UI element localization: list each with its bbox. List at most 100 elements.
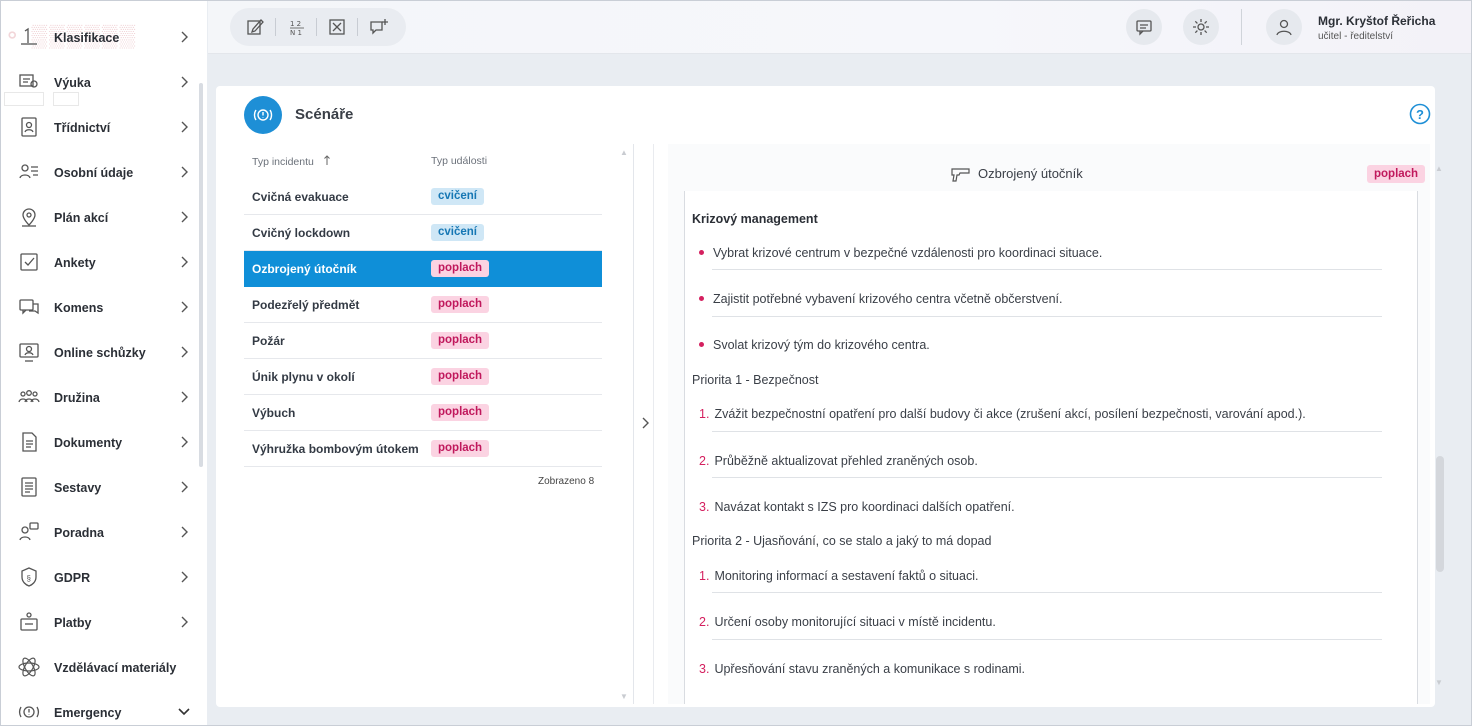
detail-scrollbar[interactable] xyxy=(1436,456,1444,572)
map-pin-icon xyxy=(17,205,41,229)
user-icon xyxy=(1276,19,1292,36)
bullet-marker xyxy=(699,296,704,302)
chevron-right-icon xyxy=(181,436,188,448)
detail-pane: Ozbrojený útočník poplach Krizový manage… xyxy=(668,144,1430,704)
gun-icon xyxy=(951,168,970,182)
topbar: 1 2N 1 Mgr. Kryštof Řeřicha učitel - řed… xyxy=(208,1,1471,54)
list-item: 1. Zvážit bezpečnostní opatření pro další… xyxy=(699,407,1306,421)
list-item: 3. Navázat kontakt s IZS pro koordinaci d… xyxy=(699,500,1015,514)
emergency-icon xyxy=(244,96,282,134)
list-item: Vybrat krizové centrum v bezpečné vzdále… xyxy=(699,246,1102,260)
table-row[interactable]: Cvičná evakuace cvičení xyxy=(244,179,602,215)
user-name[interactable]: Mgr. Kryštof Řeřicha xyxy=(1318,14,1435,28)
status-badge: poplach xyxy=(431,368,490,385)
list-item: 2. Průběžně aktualizovat přehled zraněnýc… xyxy=(699,454,978,468)
add-comment-icon[interactable] xyxy=(368,16,390,38)
divider xyxy=(712,477,1382,478)
toolbar-separator xyxy=(275,18,276,36)
bullet-marker xyxy=(699,342,704,348)
topbar-divider xyxy=(1241,9,1242,45)
status-badge: poplach xyxy=(431,404,490,421)
group-icon xyxy=(17,385,41,409)
chevron-right-icon xyxy=(181,121,188,133)
sidebar-item-sestavy[interactable]: Sestavy xyxy=(1,465,207,510)
payment-icon xyxy=(17,610,41,634)
chevron-right-icon xyxy=(181,346,188,358)
scenarios-card: Scénáře ? Typ incidentu Typ události Cvi… xyxy=(216,86,1444,707)
chevron-right-icon xyxy=(181,481,188,493)
checkbox-icon xyxy=(17,250,41,274)
table-row[interactable]: Cvičný lockdown cvičení xyxy=(244,215,602,251)
numbering-icon[interactable]: 1 2N 1 xyxy=(286,16,308,38)
table-row[interactable]: Výhružka bombovým útokem poplach xyxy=(244,431,602,467)
teaching-icon xyxy=(17,70,41,94)
sidebar-item-gdpr[interactable]: § GDPR xyxy=(1,555,207,600)
sidebar-scrollbar[interactable] xyxy=(199,83,203,467)
toolbar-separator xyxy=(357,18,358,36)
grade-icon xyxy=(17,25,41,49)
messages-button[interactable] xyxy=(1126,9,1162,45)
list-item: 2. Určení osoby monitorující situaci v mí… xyxy=(699,615,996,629)
sidebar-item-plan-akci[interactable]: Plán akcí xyxy=(1,195,207,240)
sidebar-item-klasifikace[interactable]: Klasifikace xyxy=(1,15,207,60)
sidebar-item-komens[interactable]: Komens xyxy=(1,285,207,330)
table-row-selected[interactable]: Ozbrojený útočník poplach xyxy=(244,251,602,287)
settings-button[interactable] xyxy=(1183,9,1219,45)
table-row[interactable]: Podezřelý předmět poplach xyxy=(244,287,602,323)
section-title: Krizový management xyxy=(692,212,818,226)
table-row[interactable]: Výbuch poplach xyxy=(244,395,602,431)
chevron-right-icon xyxy=(181,526,188,538)
chevron-right-icon xyxy=(181,616,188,628)
table-row[interactable]: Požár poplach xyxy=(244,323,602,359)
status-badge: poplach xyxy=(431,440,490,457)
chevron-right-icon xyxy=(181,256,188,268)
detail-scroll-up-icon[interactable]: ▲ xyxy=(1435,164,1443,173)
personal-data-icon xyxy=(17,160,41,184)
edit-icon[interactable] xyxy=(244,16,266,38)
scenario-content: Krizový management Vybrat krizové centru… xyxy=(684,191,1418,704)
list-item: Zajistit potřebné vybavení krizového cen… xyxy=(699,292,1063,306)
sort-asc-icon xyxy=(323,155,330,165)
status-badge: poplach xyxy=(431,296,490,313)
divider xyxy=(712,639,1382,640)
list-item: Svolat krizový tým do krizového centra. xyxy=(699,338,930,352)
divider xyxy=(712,269,1382,270)
sidebar-item-platby[interactable]: Platby xyxy=(1,600,207,645)
toolbar-group: 1 2N 1 xyxy=(230,8,406,46)
sidebar-item-emergency[interactable]: Emergency xyxy=(1,690,207,725)
table-row[interactable]: Únik plynu v okolí poplach xyxy=(244,359,602,395)
chevron-down-icon xyxy=(178,708,190,716)
help-icon[interactable]: ? xyxy=(1409,103,1431,125)
sidebar-item-vyuka[interactable]: Výuka xyxy=(1,60,207,105)
svg-text:?: ? xyxy=(1416,107,1424,122)
shield-icon: § xyxy=(17,565,41,589)
list-scroll-down-icon[interactable]: ▼ xyxy=(620,692,628,701)
chevron-right-icon xyxy=(181,571,188,583)
sidebar-item-dokumenty[interactable]: Dokumenty xyxy=(1,420,207,465)
page-title: Scénáře xyxy=(295,106,354,123)
list-item: 3. Upřesňování stavu zraněných a komunika… xyxy=(699,662,1026,676)
sidebar-item-poradna[interactable]: Poradna xyxy=(1,510,207,555)
sidebar-item-vzdelavaci-materialy[interactable]: Vzdělávací materiály xyxy=(1,645,207,690)
list-scroll-up-icon[interactable]: ▲ xyxy=(620,148,628,157)
sidebar-item-druzina[interactable]: Družina xyxy=(1,375,207,420)
sidebar-item-online-schuzky[interactable]: Online schůzky xyxy=(1,330,207,375)
column-header-event-type[interactable]: Typ události xyxy=(431,155,487,167)
sidebar-item-osobni-udaje[interactable]: Osobní údaje xyxy=(1,150,207,195)
detail-scroll-down-icon[interactable]: ▼ xyxy=(1435,678,1443,687)
bullet-marker xyxy=(699,250,704,256)
status-badge: cvičení xyxy=(431,188,484,205)
sidebar-item-ankety[interactable]: Ankety xyxy=(1,240,207,285)
document-icon xyxy=(17,430,41,454)
divider xyxy=(712,431,1382,432)
priority-2-title: Priorita 2 - Ujasňování, co se stalo a j… xyxy=(692,534,992,548)
emergency-icon xyxy=(17,700,41,724)
column-header-incident-type[interactable]: Typ incidentu xyxy=(252,155,331,168)
status-badge: cvičení xyxy=(431,224,484,241)
close-box-icon[interactable] xyxy=(326,16,348,38)
expand-pane-icon[interactable] xyxy=(638,416,652,430)
sidebar-item-tridnictvi[interactable]: Třídnictví xyxy=(1,105,207,150)
avatar[interactable] xyxy=(1266,9,1302,45)
chevron-right-icon xyxy=(181,31,188,43)
svg-text:N 1: N 1 xyxy=(290,29,302,37)
